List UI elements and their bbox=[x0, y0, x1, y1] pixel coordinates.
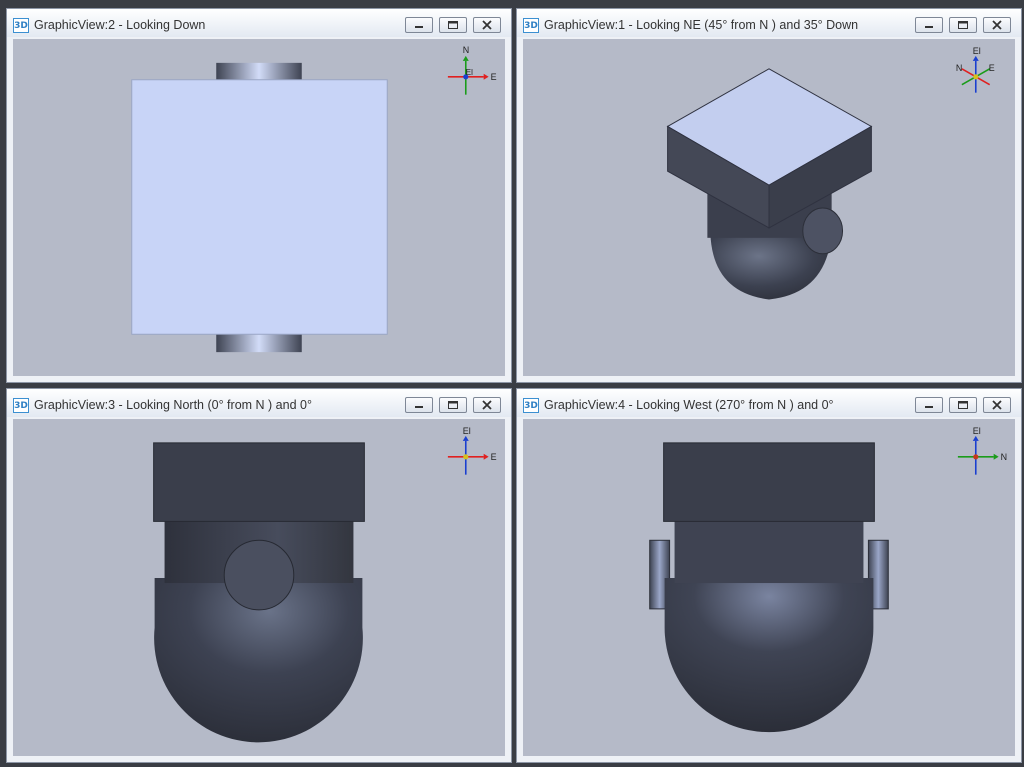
graphicview-2-viewport[interactable]: N E El bbox=[13, 39, 505, 376]
graphicview-3-title: GraphicView:3 - Looking North (0° from N… bbox=[34, 398, 312, 412]
graphicview-1-viewport[interactable]: El N E bbox=[523, 39, 1015, 376]
3d-view-icon: 3D bbox=[13, 18, 29, 33]
minimize-button[interactable] bbox=[405, 17, 433, 33]
graphicview-2-titlebar[interactable]: 3D GraphicView:2 - Looking Down bbox=[7, 9, 511, 37]
axis-label-right: E bbox=[989, 63, 995, 73]
axis-label-up: N bbox=[463, 45, 469, 55]
minimize-icon bbox=[415, 406, 423, 408]
close-icon bbox=[992, 400, 1002, 410]
minimize-icon bbox=[925, 26, 933, 28]
close-icon bbox=[482, 400, 492, 410]
axis-label-right: E bbox=[491, 72, 497, 82]
axis-label-up: El bbox=[973, 46, 981, 56]
restore-button[interactable] bbox=[949, 397, 977, 413]
graphicview-3-titlebar[interactable]: 3D GraphicView:3 - Looking North (0° fro… bbox=[7, 389, 511, 417]
box-side-face bbox=[663, 442, 875, 522]
minimize-button[interactable] bbox=[915, 17, 943, 33]
restore-icon bbox=[448, 401, 458, 409]
tank-cylinder bbox=[674, 518, 864, 584]
model-isometric-view: El N E bbox=[666, 46, 995, 300]
graphicview-2-window: 3D GraphicView:2 - Looking Down N E El bbox=[6, 8, 512, 383]
close-button[interactable] bbox=[983, 17, 1011, 33]
graphicview-1-titlebar[interactable]: 3D GraphicView:1 - Looking NE (45° from … bbox=[517, 9, 1021, 37]
axis-label-right: N bbox=[1001, 452, 1007, 462]
graphicview-4-window: 3D GraphicView:4 - Looking West (270° fr… bbox=[516, 388, 1022, 763]
box-front-face bbox=[153, 442, 365, 522]
minimize-icon bbox=[925, 406, 933, 408]
model-top-view: N E El bbox=[131, 45, 497, 353]
axis-label-up: El bbox=[973, 426, 981, 436]
axis-label-center: El bbox=[466, 68, 473, 77]
minimize-button[interactable] bbox=[915, 397, 943, 413]
restore-icon bbox=[958, 401, 968, 409]
close-icon bbox=[992, 20, 1002, 30]
axis-triad-icon: N E El bbox=[447, 45, 497, 95]
3d-view-icon: 3D bbox=[13, 398, 29, 413]
close-button[interactable] bbox=[473, 397, 501, 413]
restore-icon bbox=[448, 21, 458, 29]
close-icon bbox=[482, 20, 492, 30]
minimize-icon bbox=[415, 26, 423, 28]
tank-sphere bbox=[664, 578, 874, 733]
graphicview-1-title: GraphicView:1 - Looking NE (45° from N )… bbox=[544, 18, 859, 32]
bottom-nozzle bbox=[216, 333, 302, 353]
graphicview-3-window: 3D GraphicView:3 - Looking North (0° fro… bbox=[6, 388, 512, 763]
axis-triad-icon: El E bbox=[447, 426, 497, 475]
axis-triad-icon: El N E bbox=[956, 46, 995, 93]
close-button[interactable] bbox=[473, 17, 501, 33]
graphicview-4-titlebar[interactable]: 3D GraphicView:4 - Looking West (270° fr… bbox=[517, 389, 1021, 417]
tank-top-face bbox=[131, 79, 388, 335]
side-nozzle bbox=[223, 539, 295, 611]
graphicview-1-window: 3D GraphicView:1 - Looking NE (45° from … bbox=[516, 8, 1022, 383]
graphicview-2-title: GraphicView:2 - Looking Down bbox=[34, 18, 206, 32]
close-button[interactable] bbox=[983, 397, 1011, 413]
3d-view-icon: 3D bbox=[523, 398, 539, 413]
restore-button[interactable] bbox=[439, 17, 467, 33]
axis-label-right: E bbox=[491, 452, 497, 462]
axis-label-left: N bbox=[956, 63, 962, 73]
restore-icon bbox=[958, 21, 968, 29]
model-north-view: El E bbox=[153, 426, 497, 743]
minimize-button[interactable] bbox=[405, 397, 433, 413]
axis-label-up: El bbox=[463, 426, 471, 436]
graphicview-3-viewport[interactable]: El E bbox=[13, 419, 505, 756]
top-nozzle bbox=[216, 62, 302, 82]
model-west-view: El N bbox=[649, 426, 1007, 733]
restore-button[interactable] bbox=[439, 397, 467, 413]
restore-button[interactable] bbox=[949, 17, 977, 33]
graphicview-4-viewport[interactable]: El N bbox=[523, 419, 1015, 756]
graphicview-4-title: GraphicView:4 - Looking West (270° from … bbox=[544, 398, 834, 412]
3d-view-icon: 3D bbox=[523, 18, 539, 33]
axis-triad-icon: El N bbox=[957, 426, 1007, 475]
side-nozzle bbox=[802, 207, 844, 255]
